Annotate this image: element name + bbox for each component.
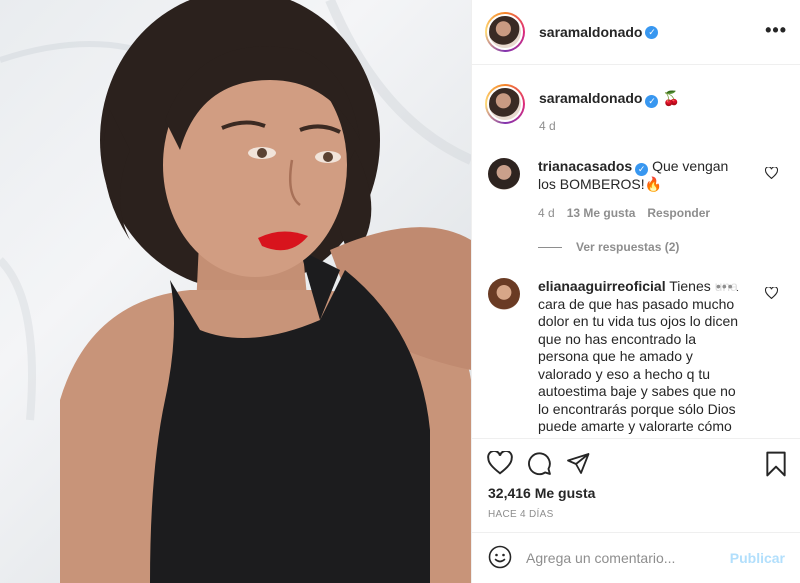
comment-input[interactable] xyxy=(526,550,716,566)
comment-options-icon[interactable]: ••• xyxy=(713,278,737,294)
commenter-avatar[interactable] xyxy=(488,158,520,190)
post-actions: 32,416 Me gusta HACE 4 DÍAS xyxy=(472,438,800,532)
comments-section[interactable]: saramaldonado ✓ 🍒 4 d trianacasados ✓ Que v… xyxy=(472,66,800,438)
replies-divider xyxy=(538,246,562,248)
author-avatar[interactable] xyxy=(485,12,525,52)
comment-username[interactable]: trianacasados xyxy=(538,158,632,174)
caption-avatar[interactable] xyxy=(485,84,525,124)
post-side-panel: saramaldonado ✓ ••• saramaldonado ✓ 🍒 4 d xyxy=(471,0,800,583)
verified-badge-icon: ✓ xyxy=(645,95,659,108)
comment-icon[interactable] xyxy=(527,451,552,479)
add-comment-bar: Publicar xyxy=(472,532,800,583)
view-replies-label: Ver respuestas (2) xyxy=(576,240,680,254)
caption-time[interactable]: 4 d xyxy=(539,119,680,133)
paper-plane-icon[interactable] xyxy=(566,451,591,479)
likes-count[interactable]: 32,416 Me gusta xyxy=(488,485,595,501)
comment-likes[interactable]: 13 Me gusta xyxy=(567,206,636,220)
comment-text: Tienes una cara de que has pasado mucho … xyxy=(538,278,739,434)
heart-icon[interactable] xyxy=(487,449,513,479)
caption: saramaldonado ✓ 🍒 4 d xyxy=(485,84,680,133)
author-username[interactable]: saramaldonado xyxy=(539,24,642,40)
publish-button[interactable]: Publicar xyxy=(730,550,785,566)
selfie-illustration xyxy=(0,0,471,583)
more-options-icon[interactable]: ••• xyxy=(765,20,787,41)
comment-time[interactable]: 4 d xyxy=(538,206,555,220)
post-photo[interactable] xyxy=(0,0,471,583)
emoji-icon[interactable] xyxy=(488,545,512,572)
post-header: saramaldonado ✓ ••• xyxy=(472,0,800,65)
commenter-avatar[interactable] xyxy=(488,278,520,310)
caption-username[interactable]: saramaldonado xyxy=(539,90,642,106)
verified-badge-icon: ✓ xyxy=(645,25,659,39)
comment-username[interactable]: elianaaguirreoficial xyxy=(538,278,666,294)
comment-item: elianaaguirreoficial Tienes una cara de … xyxy=(488,278,788,436)
view-replies-button[interactable]: Ver respuestas (2) xyxy=(538,240,679,254)
reply-button[interactable]: Responder xyxy=(647,206,710,220)
post-timestamp[interactable]: HACE 4 DÍAS xyxy=(488,509,554,520)
verified-badge-icon: ✓ xyxy=(635,163,649,176)
instagram-post-modal: saramaldonado ✓ ••• saramaldonado ✓ 🍒 4 d xyxy=(0,0,800,583)
caption-text: 🍒 xyxy=(662,90,680,106)
comment-like-heart-icon[interactable] xyxy=(764,286,779,302)
comment-item: trianacasados ✓ Que vengan los BOMBEROS!🔥… xyxy=(488,158,788,222)
comment-like-heart-icon[interactable] xyxy=(764,166,779,182)
bookmark-icon[interactable] xyxy=(765,451,787,480)
